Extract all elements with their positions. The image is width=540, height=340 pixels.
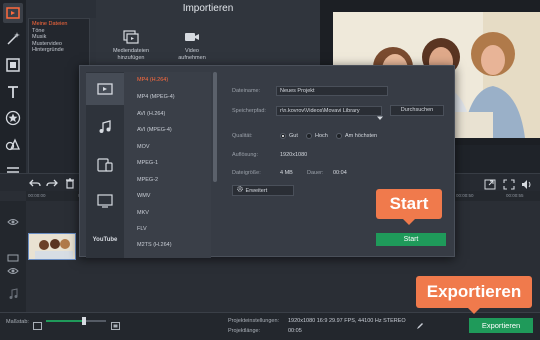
trash-icon[interactable] [64,176,76,189]
quality-option-label: Am höchsten [345,133,378,139]
format-item[interactable]: MPEG-1 [137,160,158,166]
quality-label: Qualität: [232,133,253,139]
zoom-slider[interactable] [46,317,106,325]
text-tool-icon[interactable] [3,82,23,102]
ruler-tick-label: 00:00:50 [456,193,474,198]
format-item[interactable]: MP4 (H.264) [137,77,168,83]
filesize-value: 4 MB [280,170,293,176]
browse-button[interactable]: Durchsuchen [390,105,444,116]
project-length-label: Projektlänge: [228,328,261,334]
quality-option-label: Hoch [315,133,328,139]
quality-radio-hoch[interactable] [306,133,312,139]
format-item[interactable]: MOV [137,144,150,150]
eye-icon[interactable] [7,262,19,274]
add-media-button[interactable]: Mediendateien hinzufügen [96,28,166,61]
project-settings-value: 1920x1080 16:9 29.97 FPS, 44100 Hz STERE… [288,318,406,324]
ruler-tick-label: 00:00:55 [506,193,524,198]
zoom-in-icon[interactable] [111,317,120,330]
duration-label: Dauer: [307,170,324,176]
format-item[interactable]: FLV [137,226,147,232]
volume-icon[interactable] [521,177,533,189]
zoom-out-icon[interactable] [33,317,42,330]
resolution-value: 1920x1080 [280,152,308,158]
status-bar [0,312,540,340]
path-input[interactable]: r\n.kovrov\Videos\Movavi Library [276,106,382,116]
redo-icon[interactable] [46,176,58,188]
undo-icon[interactable] [29,176,41,188]
advanced-button[interactable]: Erweitert [232,185,294,196]
eye-icon[interactable] [7,213,19,225]
format-item[interactable]: AVI (H.264) [137,111,165,117]
edit-pencil-icon[interactable] [416,317,424,329]
video-track-icon [7,249,19,262]
gear-icon [237,186,244,196]
import-tool-icon[interactable] [3,3,23,23]
filmstrip-icon[interactable] [3,55,23,75]
tv-icon[interactable] [86,185,124,217]
format-item[interactable]: AVI (MPEG-4) [137,127,172,133]
camera-icon [185,33,199,41]
fullscreen-icon[interactable] [503,177,515,190]
filesize-label: Dateigröße: [232,170,261,176]
quality-option-label: Gut [289,133,298,139]
devices-icon[interactable] [86,149,124,181]
project-settings-label: Projekteinstellungen: [228,318,280,324]
music-track-icon [8,287,18,299]
resolution-label: Auflösung: [232,152,258,158]
scale-label: Maßstab: [6,319,29,325]
filename-label: Dateiname: [232,88,261,94]
youtube-icon[interactable]: YouTube [86,226,124,254]
transitions-icon[interactable] [3,134,23,154]
start-button[interactable]: Start [376,233,446,246]
media-files-icon [123,30,139,44]
clip-thumbnail [29,234,75,259]
format-item[interactable]: MPEG-2 [137,177,158,183]
import-title: Importieren [182,3,234,14]
tool-strip [0,0,26,190]
magic-wand-icon[interactable] [3,29,23,49]
start-callout: Start [376,189,442,225]
ruler-tick-label: 00:00:00 [28,193,46,198]
path-dropdown-icon[interactable] [377,108,383,120]
filename-input[interactable]: Neues Projekt [276,86,388,96]
export-button[interactable]: Exportieren [469,318,533,333]
stickers-icon[interactable] [3,108,23,128]
format-list-scrollbar[interactable] [213,72,217,182]
export-callout: Exportieren [416,276,532,314]
format-item[interactable]: MP4 (MPEG-4) [137,94,175,100]
format-item[interactable]: WMV [137,193,150,199]
record-video-label-2: aufnehmen [178,54,206,61]
quality-radio-gut[interactable] [280,133,286,139]
path-label: Speicherpfad: [232,108,266,114]
duration-value: 00:04 [333,170,347,176]
video-clip[interactable] [28,233,76,260]
add-media-label-2: hinzufügen [117,54,145,61]
format-item[interactable]: M2TS (H.264) [137,242,172,248]
advanced-label: Erweitert [245,188,268,194]
library-item[interactable]: Hintergründe [32,47,86,54]
format-item[interactable]: MKV [137,210,149,216]
popout-icon[interactable] [484,177,496,190]
music-note-icon[interactable] [86,111,124,143]
video-icon[interactable] [86,73,124,105]
quality-radio-highest[interactable] [336,133,342,139]
record-video-button[interactable]: Video aufnehmen [157,28,227,61]
project-length-value: 00:05 [288,328,302,334]
